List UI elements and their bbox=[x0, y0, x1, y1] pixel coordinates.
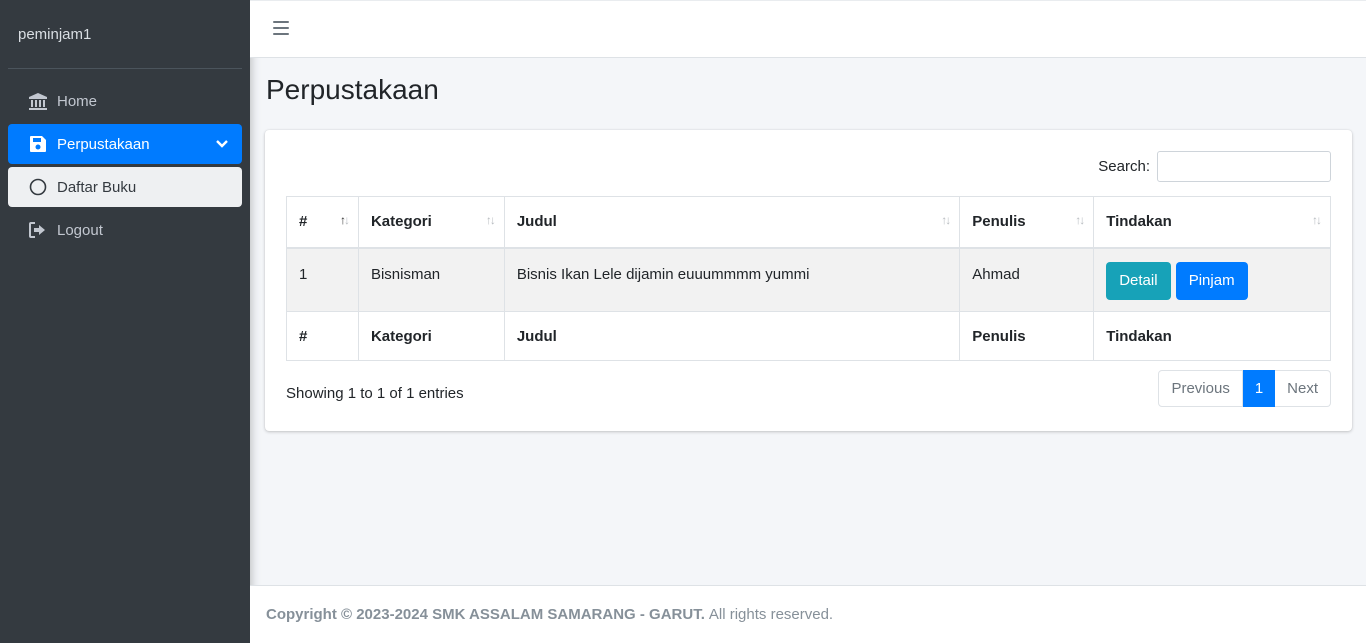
sort-icon: ↑↓ bbox=[1312, 213, 1322, 227]
page-title: Perpustakaan bbox=[266, 74, 439, 105]
cell-tindakan: Detail Pinjam bbox=[1093, 247, 1331, 312]
search-box: Search: bbox=[1098, 151, 1331, 182]
cell-kategori: Bisnisman bbox=[357, 247, 505, 312]
sidebar-item-label: Perpustakaan bbox=[57, 135, 150, 153]
footer-header-penulis: Penulis bbox=[959, 311, 1095, 361]
footer-header-tindakan: Tindakan bbox=[1093, 311, 1331, 361]
books-card: Search: # ↑↓ Kategori ↑↓ Judul ↑↓ Penulis ↑↓… bbox=[265, 130, 1352, 431]
cell-number: 1 bbox=[286, 247, 359, 312]
books-table: # ↑↓ Kategori ↑↓ Judul ↑↓ Penulis ↑↓ Tindaka… bbox=[286, 196, 1331, 361]
table-header-row: # ↑↓ Kategori ↑↓ Judul ↑↓ Penulis ↑↓ Tindaka… bbox=[286, 196, 1331, 249]
bank-icon bbox=[28, 91, 48, 111]
footer-header-judul: Judul bbox=[503, 311, 961, 361]
footer-header-number: # bbox=[286, 311, 359, 361]
column-header-number[interactable]: # ↑↓ bbox=[286, 196, 359, 249]
sidebar-item-label: Logout bbox=[57, 221, 103, 239]
sort-icon: ↑↓ bbox=[485, 213, 496, 227]
sidebar-item-logout[interactable]: Logout bbox=[8, 210, 242, 250]
brand-user[interactable]: peminjam1 bbox=[0, 0, 250, 68]
detail-button[interactable]: Detail bbox=[1106, 261, 1171, 300]
cell-penulis: Ahmad bbox=[959, 247, 1095, 312]
menu-toggle-icon[interactable] bbox=[273, 21, 289, 35]
brand-label: peminjam1 bbox=[18, 25, 92, 43]
sidebar: peminjam1 Home Perpustakaan Daftar Buku bbox=[0, 0, 250, 643]
sidebar-item-label: Daftar Buku bbox=[57, 178, 137, 196]
page-footer: Copyright © 2023-2024 SMK ASSALAM SAMARA… bbox=[250, 585, 1366, 643]
sidebar-item-perpustakaan[interactable]: Perpustakaan bbox=[8, 124, 242, 164]
sort-icon: ↑↓ bbox=[339, 213, 350, 227]
search-label: Search: bbox=[1098, 158, 1150, 175]
next-page-button[interactable]: Next bbox=[1275, 370, 1331, 407]
top-navbar bbox=[250, 0, 1366, 58]
sidebar-item-daftar-buku[interactable]: Daftar Buku bbox=[8, 167, 242, 207]
footer-header-kategori: Kategori bbox=[357, 311, 505, 361]
previous-page-button[interactable]: Previous bbox=[1158, 370, 1243, 407]
sort-icon: ↑↓ bbox=[941, 213, 951, 227]
sign-out-icon bbox=[28, 220, 48, 240]
rights-text: All rights reserved. bbox=[708, 606, 834, 623]
search-input[interactable] bbox=[1157, 151, 1331, 182]
column-header-kategori[interactable]: Kategori ↑↓ bbox=[357, 196, 505, 249]
column-header-penulis[interactable]: Penulis ↑↓ bbox=[959, 196, 1095, 249]
table-row: 1 Bisnisman Bisnis Ikan Lele dijamin euu… bbox=[286, 247, 1331, 312]
table-footer-row: # Kategori Judul Penulis Tindakan bbox=[286, 311, 1331, 361]
page-1-button[interactable]: 1 bbox=[1242, 370, 1276, 407]
table-info: Showing 1 to 1 of 1 entries bbox=[286, 385, 464, 402]
copyright-text: Copyright © 2023-2024 SMK ASSALAM SAMARA… bbox=[266, 606, 705, 623]
sidebar-nav: Home Perpustakaan Daftar Buku Logout bbox=[0, 69, 250, 250]
column-header-tindakan[interactable]: Tindakan ↑↓ bbox=[1093, 196, 1331, 249]
circle-icon bbox=[28, 177, 48, 197]
cell-judul: Bisnis Ikan Lele dijamin euuummmm yummi bbox=[503, 247, 961, 312]
sidebar-item-label: Home bbox=[57, 92, 98, 110]
sort-icon: ↑↓ bbox=[1075, 213, 1085, 227]
pinjam-button[interactable]: Pinjam bbox=[1175, 261, 1248, 300]
column-header-judul[interactable]: Judul ↑↓ bbox=[503, 196, 961, 249]
chevron-down-icon bbox=[216, 136, 228, 153]
pagination: Previous 1 Next bbox=[1158, 370, 1331, 407]
save-icon bbox=[28, 134, 48, 154]
sidebar-item-home[interactable]: Home bbox=[8, 81, 242, 121]
